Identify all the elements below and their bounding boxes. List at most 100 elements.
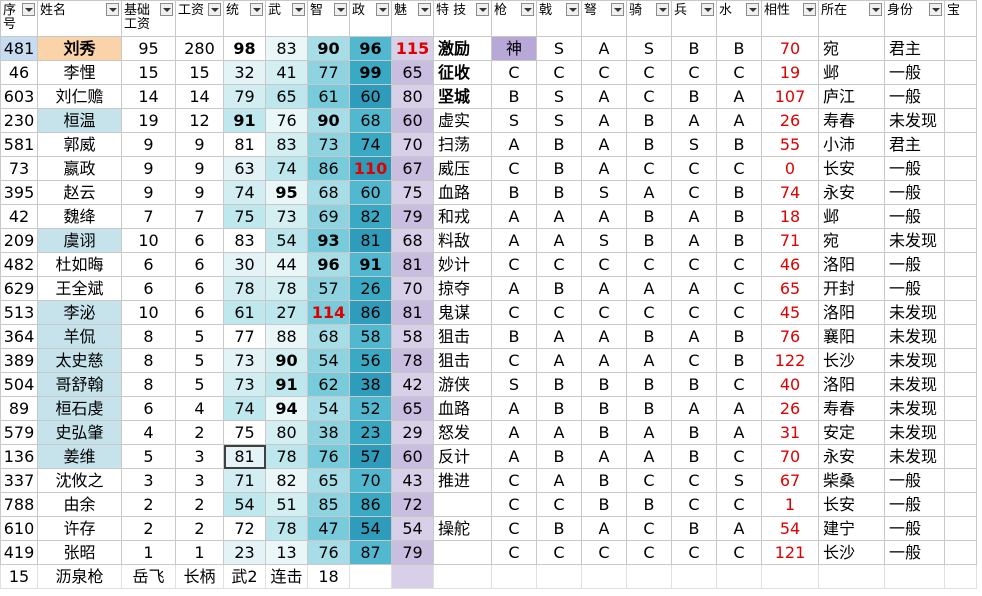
cell-mei[interactable]: 58 (391, 324, 434, 349)
cell-zhi[interactable]: 54 (307, 396, 350, 421)
cell-bing[interactable]: A (671, 228, 717, 253)
cell-bing[interactable]: C (671, 300, 717, 325)
filter-dropdown-icon[interactable] (701, 3, 714, 16)
cell-nu[interactable]: S (581, 180, 627, 205)
cell-wu[interactable]: 78 (265, 276, 308, 301)
cell-wage[interactable]: 5 (175, 348, 224, 373)
cell-qi[interactable]: C (626, 156, 672, 181)
cell-bing[interactable]: A (671, 204, 717, 229)
cell-zhi[interactable]: 114 (307, 300, 350, 325)
cell-extra[interactable] (944, 132, 977, 157)
cell-id[interactable]: 395 (0, 180, 38, 205)
cell-xiang[interactable]: 18 (761, 204, 819, 229)
cell-extra[interactable] (944, 348, 977, 373)
cell-wu[interactable]: 88 (265, 324, 308, 349)
cell-status[interactable]: 未发现 (884, 324, 945, 349)
cell-qiang[interactable]: B (491, 324, 537, 349)
cell-name[interactable]: 虞诩 (37, 228, 122, 253)
cell-qiang[interactable]: A (491, 204, 537, 229)
cell-id[interactable]: 230 (0, 108, 38, 133)
cell-shui[interactable]: C (716, 444, 762, 469)
cell-qiang[interactable]: B (491, 180, 537, 205)
cell-tong[interactable]: 74 (223, 180, 266, 205)
cell-qi[interactable]: C (626, 540, 672, 565)
cell-status[interactable]: 一般 (884, 276, 945, 301)
header-zheng[interactable]: 政 (349, 0, 392, 37)
cell-status[interactable]: 未发现 (884, 444, 945, 469)
filter-dropdown-icon[interactable] (929, 3, 942, 16)
cell-bing[interactable]: C (671, 468, 717, 493)
cell-mei[interactable]: 54 (391, 516, 434, 541)
cell-mei[interactable]: 65 (391, 396, 434, 421)
cell-qiang[interactable]: S (491, 372, 537, 397)
cell-qi[interactable]: A (626, 180, 672, 205)
cell-name[interactable]: 赵云 (37, 180, 122, 205)
cell-qi[interactable]: S (626, 36, 672, 61)
cell-skill[interactable]: 坚城 (433, 84, 492, 109)
cell-base[interactable]: 4 (121, 420, 176, 445)
header-tong[interactable]: 统 (223, 0, 266, 37)
cell-qi[interactable]: B (626, 228, 672, 253)
cell-nu[interactable]: A (581, 348, 627, 373)
header-xiang[interactable]: 相性 (761, 0, 819, 37)
cell-nu[interactable]: B (581, 492, 627, 517)
cell-base[interactable]: 10 (121, 300, 176, 325)
cell-name[interactable]: 太史慈 (37, 348, 122, 373)
cell-extra[interactable] (944, 36, 977, 61)
cell-loc[interactable]: 长安 (818, 492, 885, 517)
cell-xiang[interactable]: 19 (761, 60, 819, 85)
cell-zheng[interactable]: 23 (349, 420, 392, 445)
cell-base[interactable]: 8 (121, 348, 176, 373)
cell-tong[interactable]: 30 (223, 252, 266, 277)
cell-base[interactable]: 2 (121, 516, 176, 541)
cell-bing[interactable]: C (671, 540, 717, 565)
cell-base[interactable]: 2 (121, 492, 176, 517)
cell-skill[interactable]: 激励 (433, 36, 492, 61)
cell-status[interactable]: 未发现 (884, 420, 945, 445)
footer-cell[interactable]: 15 (0, 564, 38, 589)
cell-xiang[interactable]: 121 (761, 540, 819, 565)
cell-ji[interactable]: B (536, 180, 582, 205)
cell-status[interactable]: 一般 (884, 60, 945, 85)
cell-wage[interactable]: 3 (175, 468, 224, 493)
cell-wu[interactable]: 91 (265, 372, 308, 397)
cell-base[interactable]: 14 (121, 84, 176, 109)
cell-ji[interactable]: A (536, 204, 582, 229)
cell-name[interactable]: 由余 (37, 492, 122, 517)
cell-loc[interactable]: 建宁 (818, 516, 885, 541)
cell-id[interactable]: 42 (0, 204, 38, 229)
cell-mei[interactable]: 43 (391, 468, 434, 493)
cell-loc[interactable]: 安定 (818, 420, 885, 445)
cell-wu[interactable]: 65 (265, 84, 308, 109)
cell-nu[interactable]: A (581, 324, 627, 349)
cell-ji[interactable]: A (536, 468, 582, 493)
cell-shui[interactable]: C (716, 156, 762, 181)
cell-name[interactable]: 羊侃 (37, 324, 122, 349)
cell-nu[interactable]: C (581, 252, 627, 277)
cell-id[interactable]: 46 (0, 60, 38, 85)
cell-loc[interactable]: 长安 (818, 156, 885, 181)
cell-mei[interactable]: 70 (391, 276, 434, 301)
cell-bing[interactable]: B (671, 444, 717, 469)
cell-shui[interactable]: C (716, 276, 762, 301)
cell-zhi[interactable]: 76 (307, 444, 350, 469)
cell-bing[interactable]: B (671, 84, 717, 109)
cell-tong[interactable]: 73 (223, 348, 266, 373)
cell-skill[interactable]: 扫荡 (433, 132, 492, 157)
footer-empty-cell[interactable] (761, 564, 819, 589)
cell-shui[interactable]: B (716, 324, 762, 349)
cell-wu[interactable]: 54 (265, 228, 308, 253)
cell-extra[interactable] (944, 84, 977, 109)
cell-shui[interactable]: C (716, 372, 762, 397)
cell-id[interactable]: 629 (0, 276, 38, 301)
cell-nu[interactable]: B (581, 468, 627, 493)
cell-loc[interactable]: 柴桑 (818, 468, 885, 493)
cell-qi[interactable]: B (626, 372, 672, 397)
cell-ji[interactable]: S (536, 108, 582, 133)
cell-status[interactable]: 一般 (884, 540, 945, 565)
cell-nu[interactable]: B (581, 420, 627, 445)
cell-wu[interactable]: 51 (265, 492, 308, 517)
cell-status[interactable]: 未发现 (884, 228, 945, 253)
footer-empty-cell[interactable] (818, 564, 885, 589)
cell-extra[interactable] (944, 228, 977, 253)
